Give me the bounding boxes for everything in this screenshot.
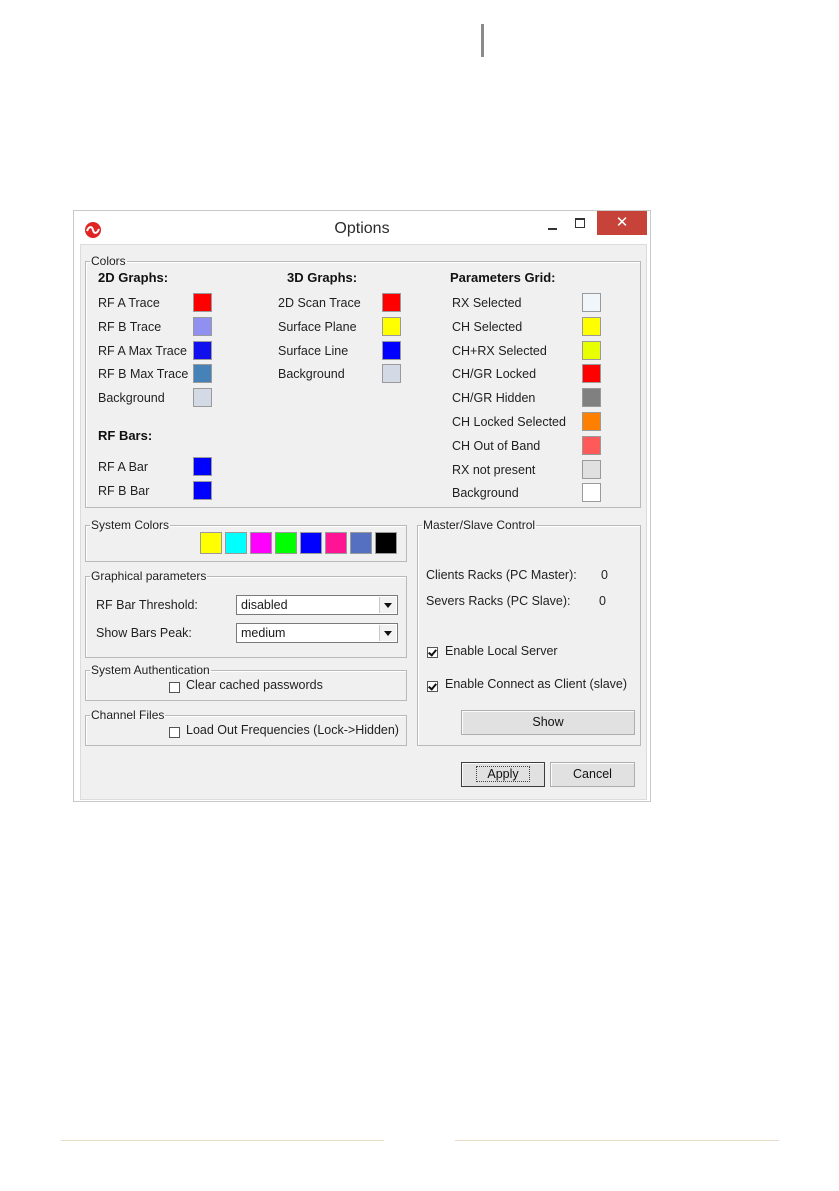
parameters-grid-item-label: CH+RX Selected: [452, 343, 547, 358]
rf-bars-item-color-swatch[interactable]: [193, 481, 212, 500]
parameters-grid-item-color-swatch[interactable]: [582, 316, 601, 336]
enable-connect-client-label[interactable]: Enable Connect as Client (slave): [445, 677, 627, 691]
graphs-2d-item-color-swatch[interactable]: [193, 316, 212, 336]
system-color-swatch[interactable]: [225, 532, 247, 554]
graphs-2d-item-color-swatch[interactable]: [193, 388, 212, 408]
maximize-icon[interactable]: [571, 213, 597, 235]
apply-button[interactable]: Apply: [461, 762, 545, 787]
graphs-2d-item-color-swatch[interactable]: [193, 293, 212, 312]
load-out-frequencies-label[interactable]: Load Out Frequencies (Lock->Hidden): [186, 723, 399, 737]
parameters-grid-item-color-swatch[interactable]: [582, 483, 601, 503]
master-slave-legend: Master/Slave Control: [423, 518, 536, 532]
severs-racks-value: 0: [599, 594, 606, 608]
system-color-swatch[interactable]: [250, 532, 272, 554]
parameters-grid-item-label: Background: [452, 486, 519, 501]
clear-cached-passwords-checkbox[interactable]: [169, 682, 180, 693]
chevron-down-icon[interactable]: [379, 625, 396, 641]
graphs-3d-item-color-swatch[interactable]: [382, 364, 401, 384]
enable-connect-client-checkbox[interactable]: [427, 681, 438, 692]
dialog-body: Colors System Colors Graphical parameter…: [80, 244, 647, 800]
system-color-swatch[interactable]: [375, 532, 397, 554]
graphs-3d-item-label: Surface Line: [278, 343, 349, 358]
parameters-grid-item-label: CH Locked Selected: [452, 415, 566, 429]
parameters-grid-item-color-swatch[interactable]: [582, 293, 601, 312]
graphs-3d-item-color-swatch[interactable]: [382, 293, 401, 312]
graphical-parameters-legend: Graphical parameters: [91, 569, 207, 583]
parameters-grid-header: Parameters Grid:: [450, 270, 556, 285]
cancel-button[interactable]: Cancel: [550, 762, 635, 787]
show-bars-peak-select[interactable]: medium: [236, 623, 398, 643]
graphs-3d-item-color-swatch[interactable]: [382, 340, 401, 360]
graphs-3d-item-label: 2D Scan Trace: [278, 296, 361, 310]
minimize-icon[interactable]: [541, 213, 567, 235]
apply-label: Apply: [476, 766, 530, 782]
system-color-swatch[interactable]: [325, 532, 347, 554]
chevron-down-icon[interactable]: [379, 597, 396, 613]
graphs-2d-header: 2D Graphs:: [98, 270, 169, 285]
parameters-grid-item-color-swatch[interactable]: [582, 459, 601, 479]
options-dialog: Options ✕ Colors System Colors Graphical…: [73, 210, 651, 802]
parameters-grid-item-color-swatch[interactable]: [582, 412, 601, 431]
clients-racks-value: 0: [601, 568, 608, 582]
clients-racks-label: Clients Racks (PC Master):: [426, 568, 577, 582]
enable-local-server-label[interactable]: Enable Local Server: [445, 644, 558, 658]
system-authentication-legend: System Authentication: [91, 663, 210, 677]
severs-racks-label: Severs Racks (PC Slave):: [426, 594, 571, 608]
parameters-grid-item-label: RX not present: [452, 462, 536, 477]
show-bars-peak-label: Show Bars Peak:: [96, 626, 192, 640]
graphs-2d-item-label: RF B Max Trace: [98, 367, 189, 382]
parameters-grid-item-label: CH/GR Hidden: [452, 391, 536, 406]
parameters-grid-item-color-swatch[interactable]: [582, 340, 601, 360]
graphs-2d-item-label: RF B Trace: [98, 319, 162, 334]
graphs-3d-item-label: Surface Plane: [278, 319, 357, 334]
graphs-2d-item-label: RF A Max Trace: [98, 343, 187, 358]
parameters-grid-item-label: CH Selected: [452, 319, 523, 334]
parameters-grid-item-label: CH Out of Band: [452, 438, 541, 453]
system-color-swatch[interactable]: [350, 532, 372, 554]
graphs-2d-item-color-swatch[interactable]: [193, 340, 212, 360]
clear-cached-passwords-label[interactable]: Clear cached passwords: [186, 678, 323, 692]
show-bars-peak-value: medium: [241, 626, 286, 640]
system-color-swatch[interactable]: [200, 532, 222, 554]
channel-files-legend: Channel Files: [91, 708, 165, 722]
show-button[interactable]: Show: [461, 710, 635, 735]
graphs-2d-item-label: Background: [98, 391, 165, 406]
rf-bar-threshold-value: disabled: [241, 598, 288, 612]
parameters-grid-item-label: RX Selected: [452, 296, 522, 310]
graphs-2d-item-color-swatch[interactable]: [193, 364, 212, 384]
system-colors-legend: System Colors: [91, 518, 170, 532]
parameters-grid-item-label: CH/GR Locked: [452, 367, 537, 382]
rf-bars-item-color-swatch[interactable]: [193, 457, 212, 476]
graphs-3d-item-color-swatch[interactable]: [382, 316, 401, 336]
graphs-3d-item-label: Background: [278, 367, 345, 382]
colors-group: Colors: [85, 254, 641, 508]
enable-local-server-checkbox[interactable]: [427, 647, 438, 658]
close-button[interactable]: ✕: [597, 211, 647, 235]
system-color-swatch[interactable]: [300, 532, 322, 554]
graphs-3d-header: 3D Graphs:: [287, 270, 358, 285]
title-bar[interactable]: Options ✕: [74, 211, 650, 245]
rf-bars-header: RF Bars:: [98, 428, 153, 443]
parameters-grid-item-color-swatch[interactable]: [582, 364, 601, 384]
colors-legend: Colors: [91, 254, 126, 268]
parameters-grid-item-color-swatch[interactable]: [582, 388, 601, 408]
footer-rule-right: [455, 1140, 779, 1141]
rf-bars-item-label: RF B Bar: [98, 484, 150, 498]
page-marker: [481, 24, 484, 57]
rf-bar-threshold-label: RF Bar Threshold:: [96, 598, 198, 612]
parameters-grid-item-color-swatch[interactable]: [582, 435, 601, 455]
graphs-2d-item-label: RF A Trace: [98, 296, 160, 310]
footer-rule-left: [61, 1140, 384, 1141]
rf-bar-threshold-select[interactable]: disabled: [236, 595, 398, 615]
load-out-frequencies-checkbox[interactable]: [169, 727, 180, 738]
system-color-swatch[interactable]: [275, 532, 297, 554]
rf-bars-item-label: RF A Bar: [98, 460, 149, 474]
